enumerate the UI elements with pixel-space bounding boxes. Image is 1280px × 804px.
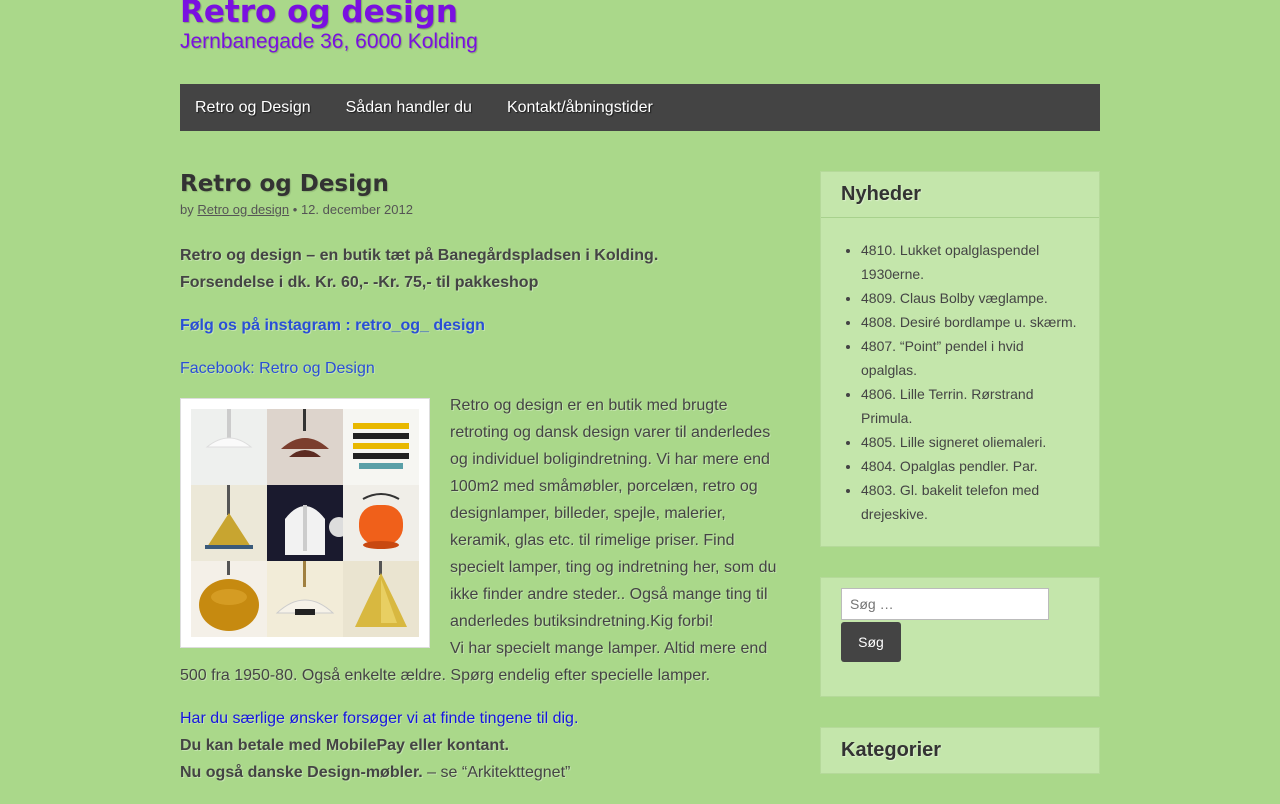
news-item[interactable]: 4808. Desiré bordlampe u. skærm.: [861, 310, 1079, 334]
intro-line-2: Forsendelse i dk. Kr. 60,- -Kr. 75,- til…: [180, 274, 539, 291]
intro-line-1: Retro og design – en butik tæt på Banegå…: [180, 247, 659, 264]
post-title: Retro og Design: [180, 171, 389, 197]
lamp-photo-white-dome: [267, 485, 343, 561]
post-author-link[interactable]: Retro og design: [197, 202, 289, 217]
news-widget: Nyheder 4810. Lukket opalglaspendel 1930…: [820, 171, 1100, 547]
meta-separator: •: [292, 202, 298, 217]
lamp-photo-white-shade: [267, 561, 343, 637]
news-item[interactable]: 4803. Gl. bakelit telefon med drejeskive…: [861, 478, 1079, 526]
nav-item-kontakt[interactable]: Kontakt/åbningstider: [489, 84, 670, 131]
lamp-gallery-image[interactable]: [180, 398, 430, 648]
news-item[interactable]: 4809. Claus Bolby væglampe.: [861, 286, 1079, 310]
design-furniture-note: – se “Arkitekttegnet”: [422, 764, 571, 781]
main-navigation: Retro og Design Sådan handler du Kontakt…: [180, 84, 1100, 131]
lamp-photo-yellow-lamella: [343, 409, 419, 485]
sidebar: Nyheder 4810. Lukket opalglaspendel 1930…: [820, 171, 1100, 804]
news-item[interactable]: 4805. Lille signeret oliemaleri.: [861, 430, 1079, 454]
lamp-photo-orange-pendant: [343, 485, 419, 561]
meta-by: by: [180, 202, 194, 217]
news-list: 4810. Lukket opalglaspendel 1930erne. 48…: [821, 218, 1099, 546]
news-item[interactable]: 4806. Lille Terrin. Rørstrand Primula.: [861, 382, 1079, 430]
payment-text: Du kan betale med MobilePay eller kontan…: [180, 737, 509, 754]
post-date: 12. december 2012: [300, 202, 413, 217]
lamp-photo-brass-pendant: [191, 485, 267, 561]
news-widget-title: Nyheder: [821, 172, 1099, 218]
facebook-link[interactable]: Facebook: Retro og Design: [180, 360, 375, 377]
site-tagline: Jernbanegade 36, 6000 Kolding: [180, 30, 478, 53]
lamp-photo-copper-pendant: [267, 409, 343, 485]
search-form: Søg: [821, 578, 1099, 696]
search-input[interactable]: [841, 588, 1049, 620]
wishes-link[interactable]: Har du særlige ønsker forsøger vi at fin…: [180, 710, 578, 727]
closing-paragraph: Har du særlige ønsker forsøger vi at fin…: [180, 705, 780, 786]
intro-paragraph: Retro og design – en butik tæt på Banegå…: [180, 242, 780, 296]
instagram-link[interactable]: Følg os på instagram : retro_og_ design: [180, 317, 485, 334]
design-furniture-text: Nu også danske Design-møbler.: [180, 764, 423, 781]
lamp-photo-white-pendant: [191, 409, 267, 485]
site-title[interactable]: Retro og design: [180, 0, 458, 30]
nav-item-retro-og-design[interactable]: Retro og Design: [180, 84, 328, 131]
news-item[interactable]: 4810. Lukket opalglaspendel 1930erne.: [861, 238, 1079, 286]
body-section: Retro og design er en butik med brugte r…: [180, 392, 780, 689]
main-content: Retro og Design by Retro og design • 12.…: [180, 170, 780, 786]
post-meta: by Retro og design • 12. december 2012: [180, 201, 780, 219]
news-item[interactable]: 4804. Opalglas pendler. Par.: [861, 454, 1079, 478]
search-button[interactable]: Søg: [841, 622, 901, 662]
lamp-photo-gold-cone: [343, 561, 419, 637]
lamp-grid: [191, 409, 419, 637]
news-item[interactable]: 4807. “Point” pendel i hvid opalglas.: [861, 334, 1079, 382]
categories-widget-title: Kategorier: [841, 739, 942, 761]
search-widget: Søg: [820, 577, 1100, 697]
categories-widget: Kategorier: [820, 727, 1100, 774]
nav-item-saadan-handler-du[interactable]: Sådan handler du: [328, 84, 489, 131]
lamp-photo-amber-glass: [191, 561, 267, 637]
